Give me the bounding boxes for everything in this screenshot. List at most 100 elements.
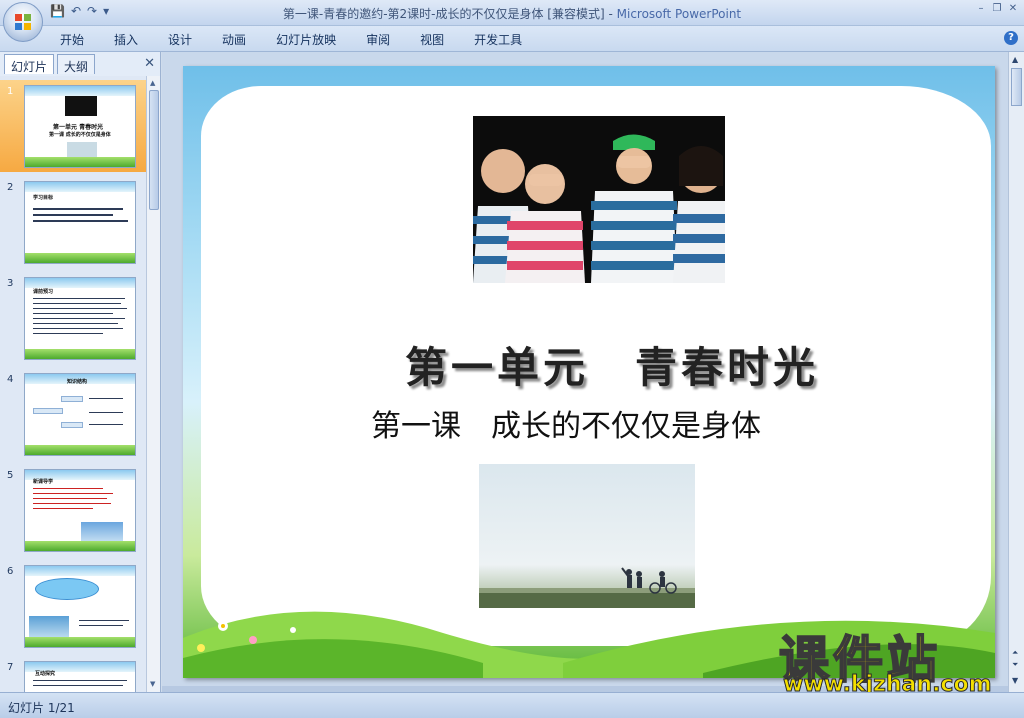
- thumbnail-text-line: [79, 625, 123, 626]
- thumbnail-grass: [25, 637, 135, 647]
- thumbnail-title: 新课导学: [33, 479, 54, 485]
- slide-subtitle[interactable]: 第一课 成长的不仅仅是身体: [371, 401, 761, 445]
- scroll-down-icon[interactable]: ▼: [150, 680, 155, 688]
- slide-title[interactable]: 第一单元 青春时光: [405, 334, 819, 395]
- thumbnail-grass: [25, 445, 135, 455]
- scroll-up-icon[interactable]: ▲: [1012, 55, 1018, 64]
- thumbnail-number: 7: [7, 662, 14, 673]
- thumbnail-text-line: [33, 214, 113, 216]
- restore-button[interactable]: ❐: [990, 3, 1004, 15]
- thumbnail-preview: 学习目标: [24, 181, 136, 264]
- tab-view[interactable]: 视图: [420, 31, 444, 48]
- document-title: 第一课-青春的邀约-第2课时-成长的不仅仅是身体 [兼容模式] -: [282, 7, 617, 21]
- thumbnail-number: 4: [7, 374, 14, 385]
- thumbnail-text-line: [33, 298, 125, 299]
- thumbnail-title: 互动探究: [35, 671, 56, 677]
- thumbnail-number: 1: [7, 86, 14, 97]
- horizon-illustration: [479, 567, 695, 608]
- slide-scrollbar[interactable]: ▲ ⏶ ⏷ ▼: [1008, 52, 1024, 692]
- thumbnail-preview: [24, 565, 136, 648]
- panel-close-icon[interactable]: ✕: [144, 56, 155, 71]
- tab-design[interactable]: 设计: [168, 31, 192, 48]
- panel-scroll-thumb[interactable]: [149, 90, 159, 210]
- thumbnail-sky: [25, 182, 135, 192]
- thumbnail-sky: [25, 278, 135, 288]
- scroll-up-icon[interactable]: ▲: [150, 79, 155, 87]
- subtitle-lesson: 第一课: [371, 409, 461, 444]
- thumbnail-title: 第一单元 青春时光: [53, 124, 104, 131]
- thumbnail-title: 知识结构: [67, 379, 88, 385]
- tab-animations[interactable]: 动画: [222, 31, 246, 48]
- photo-kids[interactable]: [473, 116, 725, 283]
- thumbnail-sky: [25, 86, 135, 96]
- thumbnail-grass: [25, 349, 135, 359]
- slide-thumbnail[interactable]: 4 知识结构: [0, 368, 146, 460]
- thumbnail-preview: 互动探究: [24, 661, 136, 692]
- minimize-button[interactable]: –: [974, 3, 988, 15]
- thumbnail-grass: [25, 541, 135, 551]
- thumbnail-text-line: [89, 424, 123, 425]
- slide-thumbnail[interactable]: 7 互动探究: [0, 656, 146, 692]
- thumbnail-box: [61, 396, 83, 402]
- kids-illustration: [473, 116, 725, 283]
- panel-scrollbar[interactable]: ▲ ▼: [146, 76, 160, 692]
- thumbnail-title: 学习目标: [33, 195, 54, 201]
- window-title: 第一课-青春的邀约-第2课时-成长的不仅仅是身体 [兼容模式] - Micros…: [0, 5, 1024, 22]
- photo-horizon[interactable]: [479, 464, 695, 608]
- thumbnail-preview: 新课导学: [24, 469, 136, 552]
- thumbnail-sky: [25, 566, 135, 576]
- app-name: Microsoft PowerPoint: [616, 7, 742, 21]
- thumbnail-grass: [25, 157, 135, 167]
- tab-outline[interactable]: 大纲: [57, 54, 96, 74]
- thumbnail-preview: 第一单元 青春时光 第一课 成长的不仅仅是身体: [24, 85, 136, 168]
- thumbnail-number: 3: [7, 278, 14, 289]
- office-logo-icon: [15, 14, 31, 30]
- ribbon: 开始 插入 设计 动画 幻灯片放映 审阅 视图 开发工具 ?: [0, 26, 1024, 52]
- slide-thumbnail[interactable]: 3 课前预习: [0, 272, 146, 364]
- thumbnail-text-line: [33, 318, 125, 319]
- thumbnail-number: 5: [7, 470, 14, 481]
- tab-developer[interactable]: 开发工具: [474, 31, 522, 48]
- thumbnail-text-line: [33, 508, 93, 509]
- thumbnail-text-line: [33, 680, 127, 681]
- thumbnail-text-line: [33, 323, 118, 324]
- panel-tabs: 幻灯片 大纲 ✕: [2, 54, 159, 74]
- slide-thumbnail[interactable]: 5 新课导学: [0, 464, 146, 556]
- current-slide[interactable]: 第一单元 青春时光 第一课 成长的不仅仅是身体: [183, 66, 995, 678]
- thumbnail-text-line: [33, 328, 123, 329]
- title-bar: 💾 ↶ ↷ ▾ 第一课-青春的邀约-第2课时-成长的不仅仅是身体 [兼容模式] …: [0, 0, 1024, 26]
- tab-home[interactable]: 开始: [60, 31, 84, 48]
- thumbnail-photo: [81, 522, 123, 542]
- tab-slideshow[interactable]: 幻灯片放映: [276, 31, 336, 48]
- status-bar: 幻灯片 1/21: [0, 692, 1024, 718]
- subtitle-topic: 成长的不仅仅是身体: [491, 409, 761, 444]
- slide-thumbnail[interactable]: 6: [0, 560, 146, 652]
- watermark: 课件站 www.kjzhan.com: [775, 620, 1015, 698]
- slide-thumbnail[interactable]: 1 第一单元 青春时光 第一课 成长的不仅仅是身体: [0, 80, 146, 172]
- thumbnail-grass: [25, 253, 135, 263]
- thumbnail-text-line: [33, 685, 123, 686]
- thumbnail-text-line: [33, 303, 121, 304]
- slide-counter: 幻灯片 1/21: [8, 701, 75, 715]
- slide-scroll-thumb[interactable]: [1011, 68, 1022, 106]
- thumbnail-text-line: [33, 493, 113, 494]
- slide-thumbnail[interactable]: 2 学习目标: [0, 176, 146, 268]
- tab-review[interactable]: 审阅: [366, 31, 390, 48]
- tab-slides[interactable]: 幻灯片: [4, 54, 55, 74]
- help-icon[interactable]: ?: [1004, 31, 1018, 45]
- thumbnail-text-line: [33, 220, 128, 222]
- office-button[interactable]: [3, 2, 43, 42]
- thumbnail-title: 课前预习: [33, 289, 54, 295]
- thumbnail-number: 2: [7, 182, 14, 193]
- thumbnail-text-line: [89, 412, 123, 413]
- thumbnail-bubble: [35, 578, 99, 600]
- ribbon-tabs: 开始 插入 设计 动画 幻灯片放映 审阅 视图 开发工具: [60, 31, 552, 48]
- thumbnail-text-line: [33, 208, 123, 210]
- tab-insert[interactable]: 插入: [114, 31, 138, 48]
- slide-editor: 第一单元 青春时光 第一课 成长的不仅仅是身体: [162, 52, 1024, 692]
- thumbnail-photo: [65, 96, 97, 116]
- slides-panel: 幻灯片 大纲 ✕ 1 第一单元 青春时光 第一课 成长的不仅仅是身体 2 学习目…: [0, 52, 161, 692]
- thumbnail-text-line: [33, 488, 103, 489]
- thumbnail-text-line: [33, 333, 103, 334]
- close-button[interactable]: ✕: [1006, 3, 1020, 15]
